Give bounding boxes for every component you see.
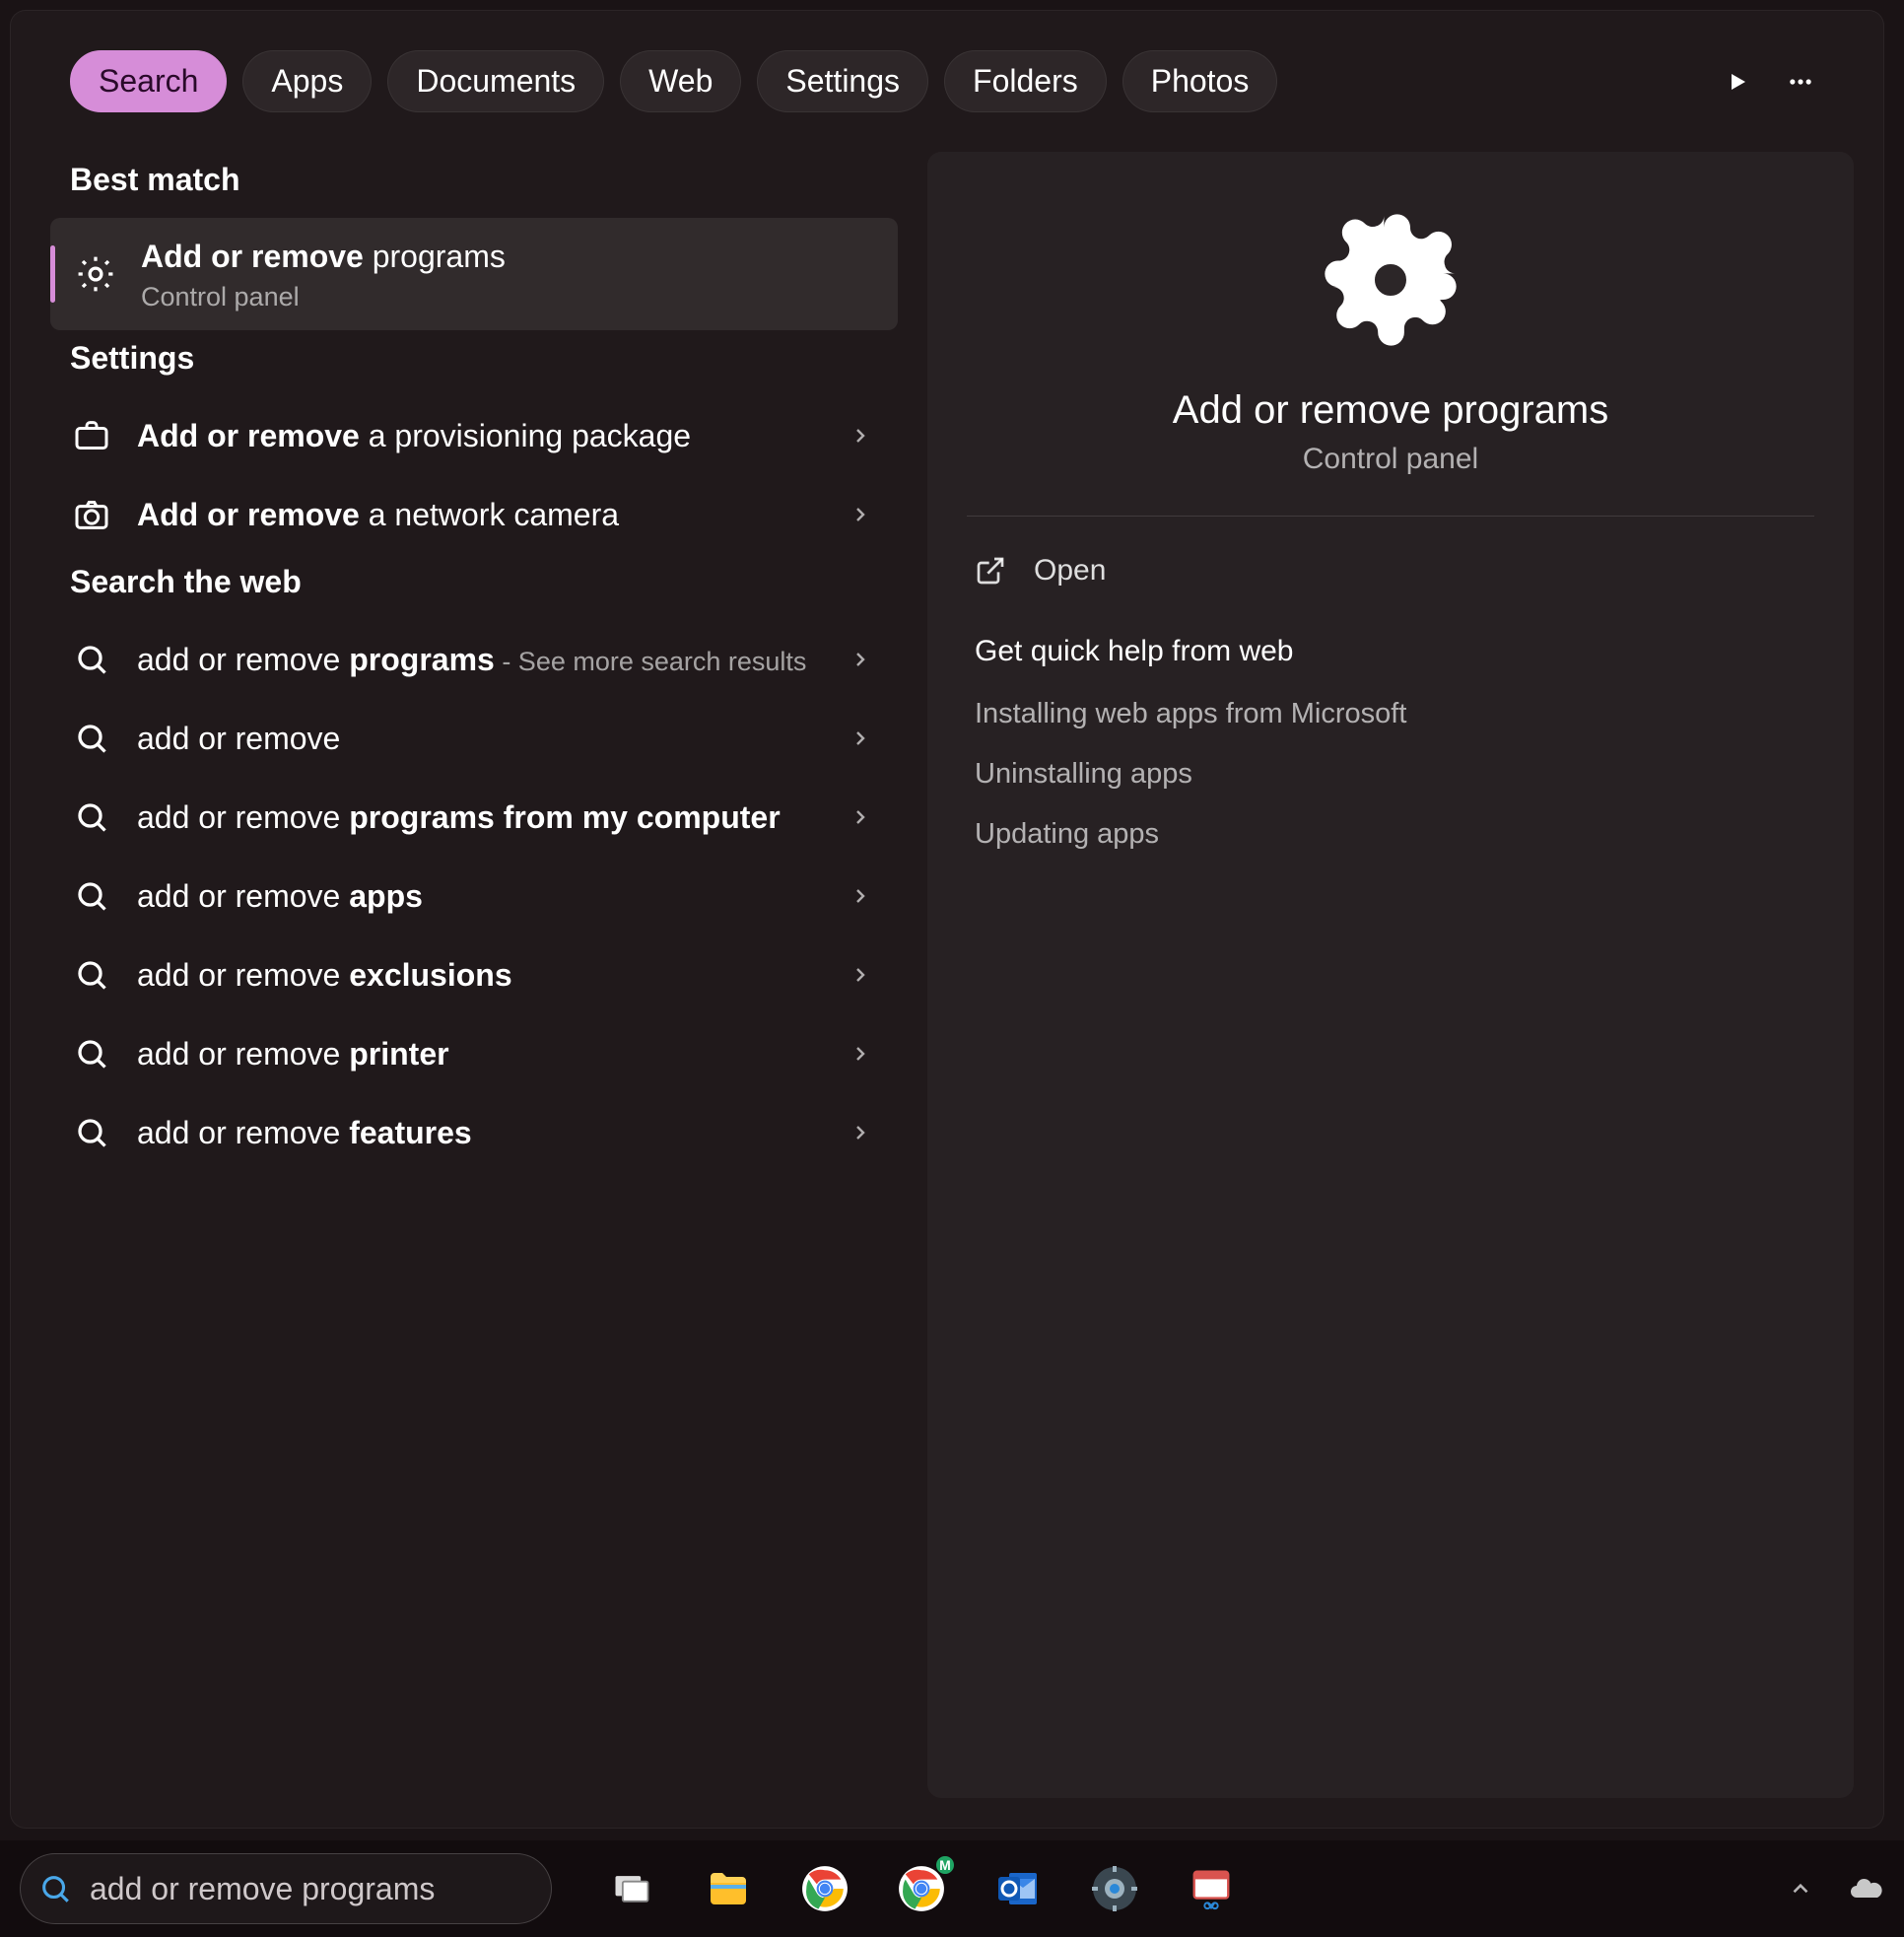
chevron-right-icon: [843, 418, 878, 453]
file-explorer-icon[interactable]: [700, 1860, 757, 1917]
web-search-result[interactable]: add or remove programs - See more search…: [40, 620, 898, 699]
taskbar-pinned-apps: M: [603, 1860, 1240, 1917]
web-search-result[interactable]: add or remove programs from my computer: [40, 778, 898, 857]
chevron-right-icon: [843, 1036, 878, 1072]
settings-header: Settings: [40, 330, 898, 396]
ellipsis-icon: [1787, 68, 1814, 96]
search-icon: [70, 874, 113, 918]
search-icon: [70, 953, 113, 997]
more-button[interactable]: [1777, 58, 1824, 105]
chevron-right-icon: [843, 642, 878, 677]
filter-tab-documents[interactable]: Documents: [387, 50, 604, 112]
settings-result[interactable]: Add or remove a provisioning package: [40, 396, 898, 475]
results-left-column: Best match Add or remove programs Contro…: [40, 152, 898, 1798]
chevron-right-icon: [843, 1115, 878, 1150]
detail-subtitle: Control panel: [1303, 443, 1478, 476]
search-web-header: Search the web: [40, 554, 898, 620]
filter-tabs-row: SearchAppsDocuments Web Settings FoldersPho…: [40, 40, 1854, 152]
best-match-title: Add or remove programs: [141, 236, 878, 278]
result-title: add or remove features: [137, 1112, 819, 1154]
system-tray: [1782, 1870, 1884, 1907]
result-title: Add or remove a provisioning package: [137, 415, 819, 457]
chevron-right-icon: [843, 957, 878, 993]
search-icon: [70, 1032, 113, 1075]
profile-badge: M: [934, 1854, 956, 1876]
filter-tab-web[interactable]: Web: [620, 50, 741, 112]
chevron-right-icon: [843, 878, 878, 914]
filter-tab-photos[interactable]: Photos: [1122, 50, 1278, 112]
help-link[interactable]: Updating apps: [967, 804, 1814, 865]
best-match-subtitle: Control panel: [141, 282, 878, 312]
result-title: add or remove apps: [137, 875, 819, 918]
result-title: add or remove printer: [137, 1033, 819, 1075]
chevron-right-icon: [843, 497, 878, 532]
filter-tab-folders[interactable]: Folders: [944, 50, 1107, 112]
briefcase-icon: [70, 414, 113, 457]
detail-pane: Add or remove programs Control panel Ope…: [927, 152, 1854, 1798]
outlook-icon[interactable]: [989, 1860, 1047, 1917]
chevron-right-icon: [843, 721, 878, 756]
web-search-result[interactable]: add or remove printer: [40, 1014, 898, 1093]
result-title: add or remove: [137, 718, 819, 760]
web-search-result[interactable]: add or remove: [40, 699, 898, 778]
gear-icon: [74, 252, 117, 296]
history-button[interactable]: [1714, 58, 1761, 105]
search-icon: [70, 1111, 113, 1154]
open-action[interactable]: Open: [967, 536, 1814, 605]
web-search-result[interactable]: add or remove apps: [40, 857, 898, 935]
chrome-profile-icon[interactable]: M: [893, 1860, 950, 1917]
search-icon: [70, 796, 113, 839]
filter-tab-apps[interactable]: Apps: [242, 50, 372, 112]
chrome-icon[interactable]: [796, 1860, 853, 1917]
help-link[interactable]: Uninstalling apps: [967, 744, 1814, 804]
taskbar-search[interactable]: [20, 1853, 552, 1924]
camera-icon: [70, 493, 113, 536]
web-search-result[interactable]: add or remove features: [40, 1093, 898, 1172]
open-label: Open: [1034, 554, 1106, 588]
result-title: add or remove exclusions: [137, 954, 819, 997]
divider: [967, 516, 1814, 517]
gear-icon: [1312, 201, 1469, 359]
filter-tab-settings[interactable]: Settings: [757, 50, 928, 112]
settings-app-icon[interactable]: [1086, 1860, 1143, 1917]
help-link[interactable]: Installing web apps from Microsoft: [967, 684, 1814, 744]
result-title: Add or remove a network camera: [137, 494, 819, 536]
taskbar: M: [0, 1840, 1904, 1937]
snipping-tool-icon[interactable]: [1183, 1860, 1240, 1917]
search-icon: [38, 1872, 72, 1905]
search-icon: [70, 717, 113, 760]
open-external-icon: [975, 555, 1006, 587]
search-results-panel: SearchAppsDocuments Web Settings FoldersPho…: [10, 10, 1884, 1829]
play-icon: [1726, 70, 1749, 94]
settings-result[interactable]: Add or remove a network camera: [40, 475, 898, 554]
best-match-header: Best match: [40, 152, 898, 218]
chevron-right-icon: [843, 799, 878, 835]
help-header: Get quick help from web: [967, 605, 1814, 684]
tray-expand-icon[interactable]: [1782, 1870, 1819, 1907]
detail-title: Add or remove programs: [1173, 388, 1608, 433]
filter-tab-search[interactable]: Search: [70, 50, 227, 112]
onedrive-icon[interactable]: [1847, 1870, 1884, 1907]
web-search-result[interactable]: add or remove exclusions: [40, 935, 898, 1014]
task-view-icon[interactable]: [603, 1860, 660, 1917]
result-title: add or remove programs from my computer: [137, 796, 819, 839]
search-icon: [70, 638, 113, 681]
taskbar-search-input[interactable]: [90, 1871, 523, 1907]
result-title: add or remove programs - See more search…: [137, 639, 819, 681]
best-match-result[interactable]: Add or remove programs Control panel: [50, 218, 898, 330]
